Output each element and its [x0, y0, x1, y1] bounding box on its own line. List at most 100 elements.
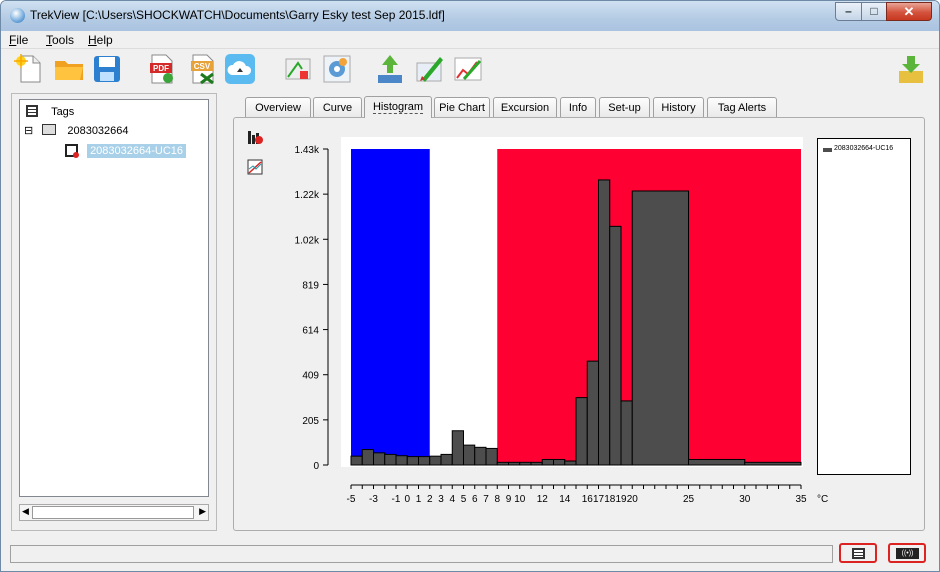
histogram-bar — [373, 452, 386, 466]
minimize-button[interactable]: – — [835, 2, 862, 21]
tree-root-row[interactable]: Tags — [26, 105, 74, 118]
x-tick-label: 30 — [739, 494, 751, 505]
x-tick-label: 2 — [427, 494, 433, 505]
tab-excursion[interactable]: Excursion — [493, 97, 557, 118]
reader-icon — [852, 548, 865, 559]
y-tick-label: 1.22k — [295, 190, 320, 201]
y-tick-label: 1.43k — [295, 145, 320, 156]
close-button[interactable]: ✕ — [886, 2, 932, 21]
y-tick-label: 205 — [302, 416, 319, 427]
tag-group-icon — [42, 124, 57, 135]
x-tick-label: 10 — [514, 494, 526, 505]
settings-icon[interactable] — [321, 53, 353, 85]
zone-0 — [351, 149, 430, 465]
tab-overview[interactable]: Overview — [245, 97, 311, 118]
histogram-chart: 02054096148191.02k1.22k1.43k -5 -3 -1 0 1 2 3 4… — [295, 137, 828, 505]
histogram-bar — [575, 397, 588, 466]
tab-info-label: Info — [568, 102, 588, 114]
tab-overview-label: Overview — [255, 102, 301, 114]
menu-tools[interactable]: Tools — [46, 33, 74, 47]
tab-set-up[interactable]: Set-up — [599, 97, 650, 118]
minimize-icon: – — [845, 4, 852, 18]
histogram-bar — [586, 360, 599, 466]
y-tick-label: 409 — [302, 371, 319, 382]
chart-legend: 2083032664-UC16 — [817, 138, 911, 475]
status-text — [10, 545, 833, 563]
tab-histogram[interactable]: Histogram — [364, 96, 432, 118]
histogram-bar — [361, 449, 374, 466]
tag-device-icon — [65, 144, 79, 158]
histogram-bar — [384, 453, 397, 466]
tab-history[interactable]: History — [653, 97, 704, 118]
x-tick-label: 4 — [449, 494, 455, 505]
histogram-bar — [395, 455, 408, 466]
save-icon[interactable] — [91, 53, 123, 85]
histogram-bar — [508, 461, 521, 466]
x-tick-label: 6 — [472, 494, 478, 505]
tree-group-row[interactable]: ⊟ 2083032664 — [24, 124, 129, 137]
histogram-bar — [631, 190, 689, 466]
x-tick-label: 14 — [559, 494, 571, 505]
x-tick-label: 12 — [537, 494, 549, 505]
x-tick-label: -1 — [392, 494, 401, 505]
tab-curve-label: Curve — [322, 102, 353, 114]
tree-root-label: Tags — [51, 106, 75, 118]
histogram-bar — [485, 447, 498, 466]
export-pdf-icon[interactable]: PDF — [146, 53, 178, 85]
x-tick-label: 20 — [627, 494, 639, 505]
title-bar[interactable]: TrekView [C:\Users\SHOCKWATCH\Documents\… — [1, 1, 939, 31]
connection-status-button[interactable]: ((•)) — [888, 543, 926, 563]
histogram-bar — [688, 458, 746, 466]
tree-horizontal-scrollbar[interactable]: ◀ ▶ — [19, 504, 209, 521]
tab-histogram-label: Histogram — [372, 101, 424, 114]
tab-set-up-label: Set-up — [608, 102, 641, 114]
y-tick-label: 819 — [302, 280, 319, 291]
tag-tree[interactable]: Tags ⊟ 2083032664 2083032664-UC16 — [19, 99, 209, 497]
tab-tag-alerts[interactable]: Tag Alerts — [707, 97, 777, 118]
histogram-bar — [406, 456, 419, 466]
scroll-thumb[interactable] — [32, 506, 194, 519]
x-tick-label: 17 — [593, 494, 605, 505]
tab-curve[interactable]: Curve — [313, 97, 362, 118]
tab-pie-chart[interactable]: Pie Chart — [434, 97, 490, 118]
histogram-bar — [519, 461, 532, 466]
y-tick-label: 614 — [302, 326, 319, 337]
import-icon[interactable] — [895, 53, 927, 85]
wireless-icon: ((•)) — [896, 548, 919, 559]
x-tick-label: 5 — [461, 494, 467, 505]
y-tick-label: 1.02k — [295, 235, 320, 246]
new-file-icon[interactable] — [13, 53, 45, 85]
tree-group-label: 2083032664 — [67, 125, 129, 137]
export-csv-icon[interactable]: CSV — [187, 53, 219, 85]
tree-item-row[interactable]: 2083032664-UC16 — [65, 144, 187, 158]
menu-file[interactable]: File — [9, 33, 28, 47]
histogram-bar — [429, 455, 442, 466]
tags-icon — [26, 105, 38, 117]
histogram-bar — [744, 461, 802, 466]
histogram-bar — [620, 400, 633, 466]
histogram-bar — [541, 458, 554, 466]
histogram-bar — [451, 430, 464, 466]
scroll-left-icon[interactable]: ◀ — [22, 506, 29, 517]
download-icon[interactable] — [374, 53, 406, 85]
x-tick-label: -5 — [347, 494, 356, 505]
pdf-text: PDF — [153, 64, 169, 73]
edit-icon[interactable] — [414, 53, 446, 85]
menu-file-label: ile — [16, 33, 29, 47]
histogram-bar — [496, 461, 509, 466]
scroll-right-icon[interactable]: ▶ — [199, 506, 206, 517]
cloud-icon[interactable] — [224, 53, 256, 85]
program-tag-icon[interactable] — [282, 53, 314, 85]
legend-label: 2083032664-UC16 — [834, 145, 894, 152]
maximize-button[interactable]: □ — [861, 2, 887, 21]
tab-info[interactable]: Info — [560, 97, 596, 118]
collapse-icon[interactable]: ⊟ — [24, 125, 33, 137]
tree-item-label: 2083032664-UC16 — [87, 144, 187, 158]
chart-edit-icon[interactable] — [452, 53, 484, 85]
open-folder-icon[interactable] — [53, 53, 85, 85]
histogram-bar — [440, 453, 453, 466]
menu-help[interactable]: Help — [88, 33, 113, 47]
device-status-button[interactable] — [839, 543, 877, 563]
menu-help-label: elp — [96, 33, 113, 47]
tab-pie-chart-label: Pie Chart — [439, 102, 485, 114]
